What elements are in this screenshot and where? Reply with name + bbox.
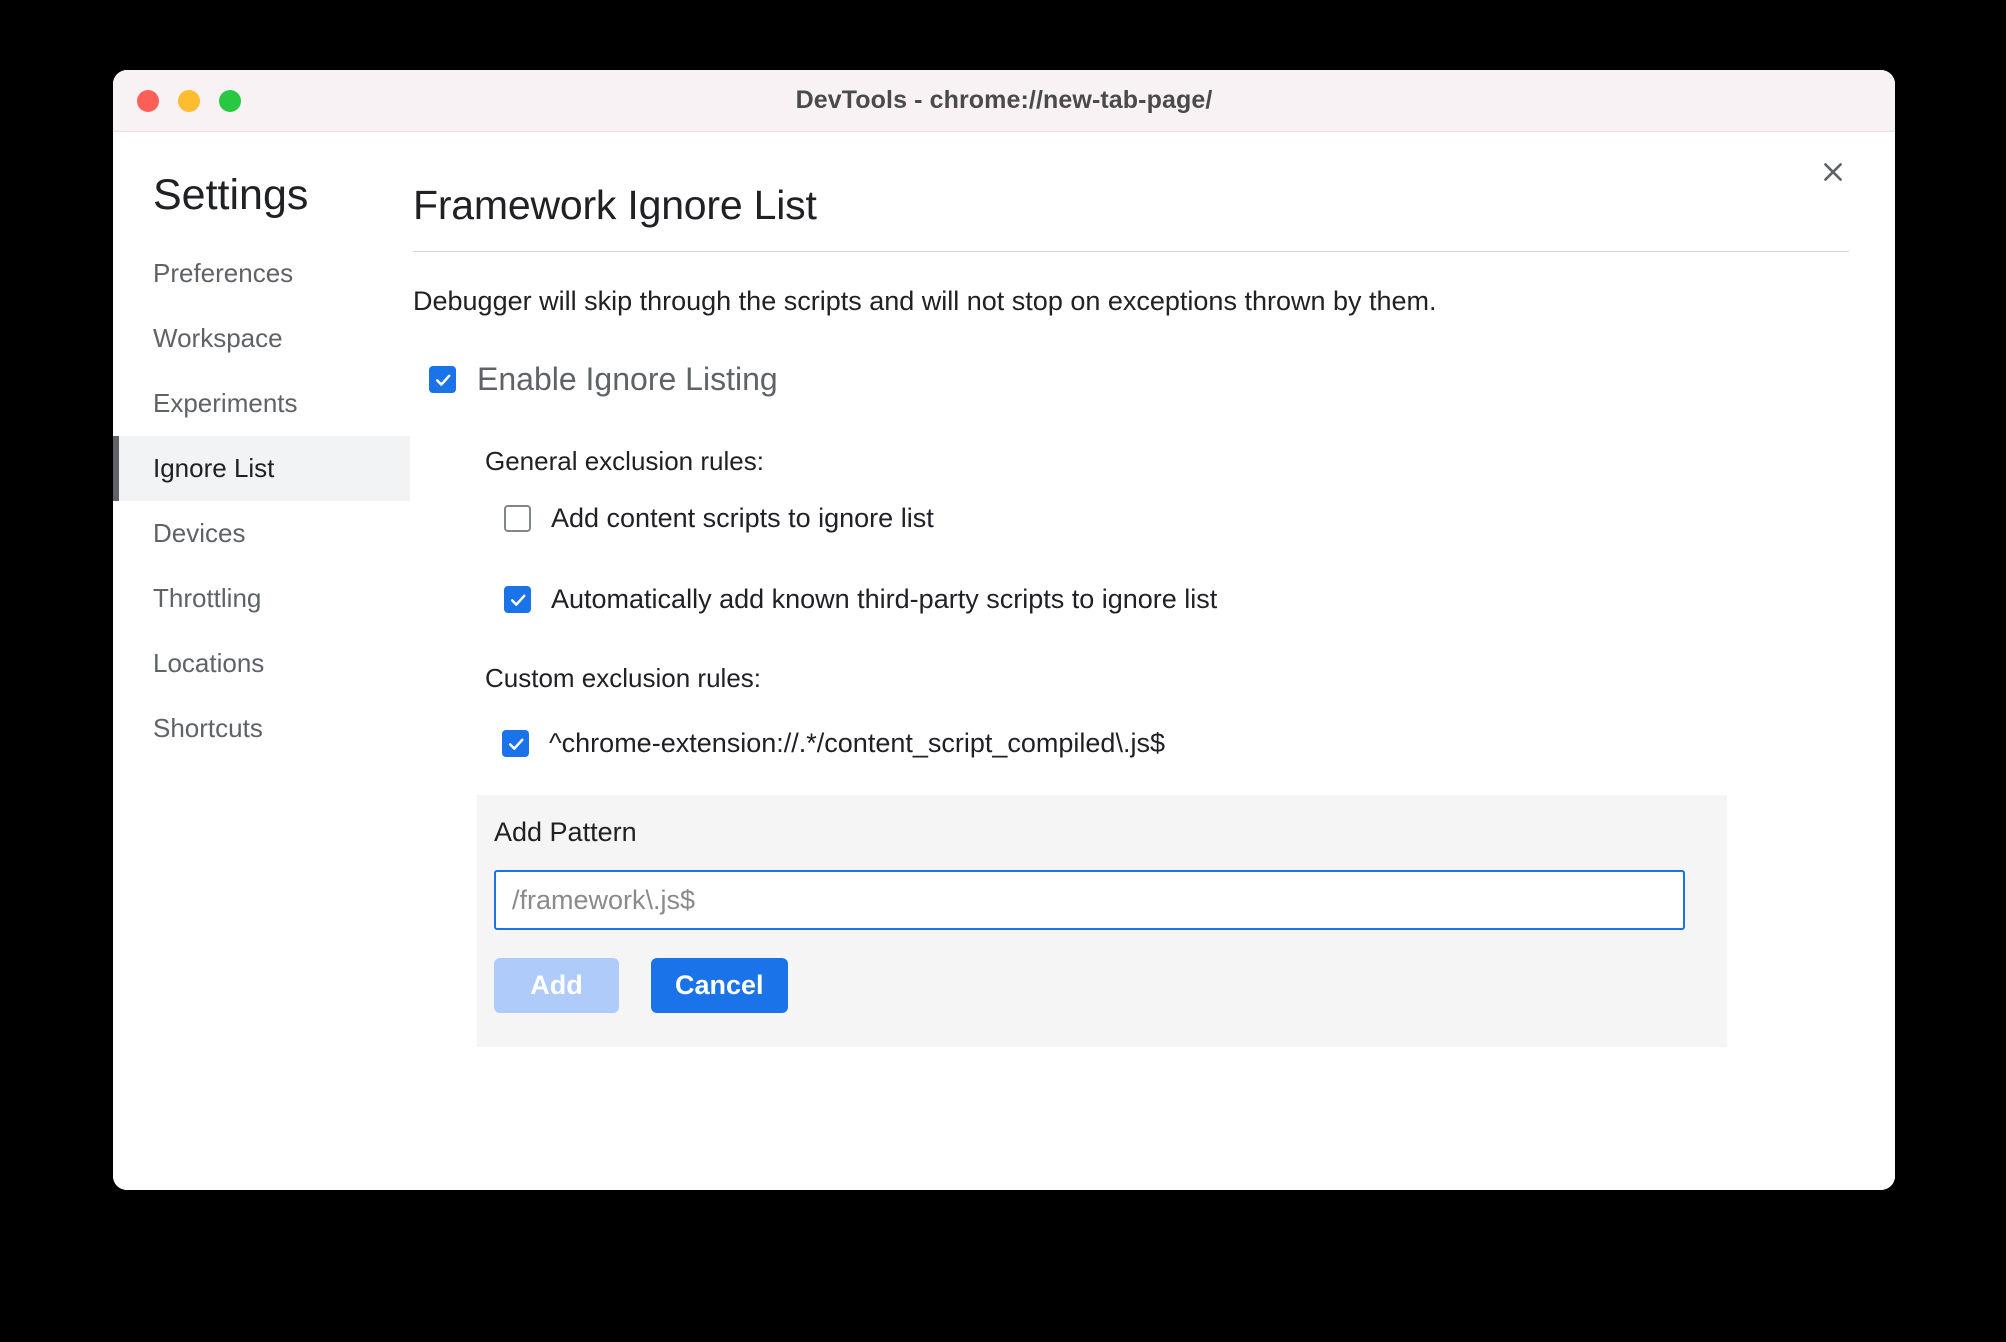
custom-pattern-label: ^chrome-extension://.*/content_script_co… [549,728,1165,759]
add-pattern-buttons: Add Cancel [494,958,1685,1014]
sidebar-item-label: Experiments [153,388,298,419]
sidebar-item-workspace[interactable]: Workspace [113,306,410,371]
general-exclusion-rules-title: General exclusion rules: [485,446,764,477]
enable-ignore-listing-checkbox[interactable] [429,366,456,394]
title-divider [413,251,1849,252]
sidebar-item-label: Workspace [153,323,283,354]
close-icon [1820,159,1846,185]
close-window-button[interactable] [137,89,159,112]
ignore-list-sections: General exclusion rules: Add content scr… [477,446,1895,1048]
custom-pattern-checkbox[interactable] [502,730,529,758]
sidebar-item-label: Shortcuts [153,713,263,744]
sidebar-item-label: Ignore List [153,453,275,484]
settings-content-pane: Framework Ignore List Debugger will skip… [410,132,1895,1190]
sidebar-title: Settings [153,171,309,219]
add-content-scripts-label: Add content scripts to ignore list [551,503,934,534]
add-pattern-panel: Add Pattern Add Cancel [477,795,1727,1048]
zoom-window-button[interactable] [219,89,241,112]
sidebar-item-experiments[interactable]: Experiments [113,371,410,436]
enable-ignore-listing-row[interactable]: Enable Ignore Listing [429,361,1895,398]
traffic-light-group [137,89,241,112]
add-content-scripts-checkbox[interactable] [504,505,531,533]
auto-add-third-party-row[interactable]: Automatically add known third-party scri… [504,584,1895,615]
window-title: DevTools - chrome://new-tab-page/ [795,86,1213,114]
enable-ignore-listing-label: Enable Ignore Listing [477,361,778,398]
sidebar-item-label: Locations [153,648,265,679]
devtools-window: DevTools - chrome://new-tab-page/ Settin… [113,70,1895,1190]
sidebar-item-throttling[interactable]: Throttling [113,566,410,631]
add-content-scripts-row[interactable]: Add content scripts to ignore list [504,503,1895,534]
window-titlebar: DevTools - chrome://new-tab-page/ [113,70,1895,132]
minimize-window-button[interactable] [178,89,200,112]
settings-sidebar: Settings Preferences Workspace Experimen… [113,132,410,1190]
close-settings-button[interactable] [1815,154,1851,190]
ignore-list-description: Debugger will skip through the scripts a… [413,286,1437,316]
custom-pattern-row[interactable]: ^chrome-extension://.*/content_script_co… [502,728,1895,759]
add-pattern-cancel-button[interactable]: Cancel [651,958,788,1014]
add-pattern-title: Add Pattern [494,817,637,848]
sidebar-item-preferences[interactable]: Preferences [113,241,410,306]
sidebar-item-locations[interactable]: Locations [113,631,410,696]
add-pattern-input[interactable] [494,870,1685,931]
page-title: Framework Ignore List [413,182,817,228]
sidebar-item-label: Throttling [153,583,262,614]
auto-add-third-party-label: Automatically add known third-party scri… [551,584,1218,615]
sidebar-item-shortcuts[interactable]: Shortcuts [113,696,410,761]
sidebar-item-devices[interactable]: Devices [113,501,410,566]
window-body: Settings Preferences Workspace Experimen… [113,132,1895,1190]
add-pattern-add-button[interactable]: Add [494,958,619,1014]
sidebar-item-label: Devices [153,518,246,549]
sidebar-item-label: Preferences [153,258,294,289]
screenshot-root: DevTools - chrome://new-tab-page/ Settin… [0,0,2006,1342]
sidebar-item-ignore-list[interactable]: Ignore List [113,436,410,502]
auto-add-third-party-checkbox[interactable] [504,586,531,614]
custom-exclusion-rules-title: Custom exclusion rules: [485,663,761,694]
